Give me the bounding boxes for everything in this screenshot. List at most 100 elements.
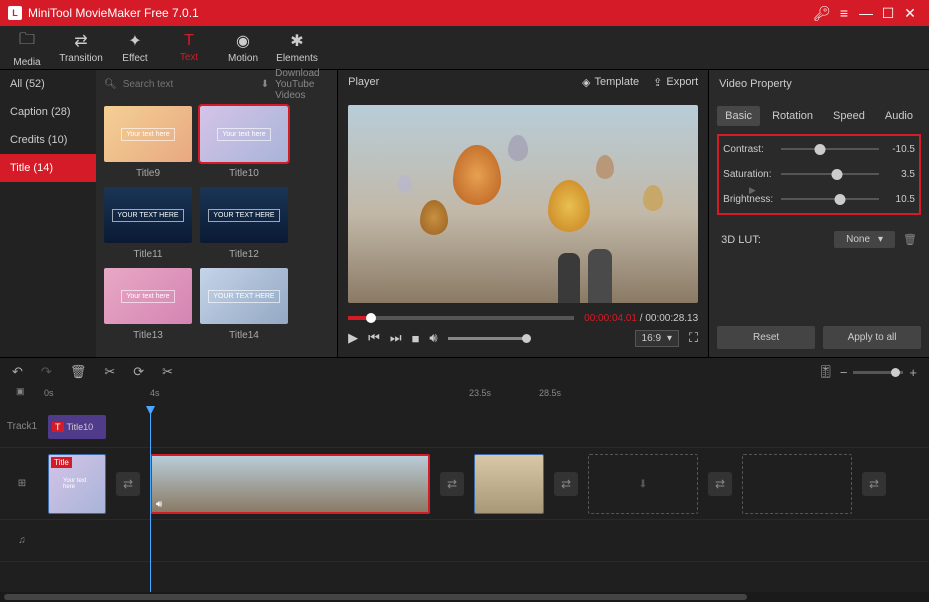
title-thumbnail[interactable]: Your text hereTitle13: [104, 268, 192, 341]
category-item[interactable]: All (52): [0, 70, 96, 98]
ruler-mark: 28.5s: [539, 388, 561, 398]
lut-label: 3D LUT:: [721, 234, 761, 246]
category-item[interactable]: Title (14): [0, 154, 96, 182]
zoom-slider[interactable]: [853, 371, 903, 374]
timeline-ruler[interactable]: ▣ 0s4s23.5s28.5s: [0, 386, 929, 406]
category-list: All (52)Caption (28)Credits (10)Title (1…: [0, 70, 96, 357]
brightness-value: 10.5: [885, 194, 915, 205]
transition-slot[interactable]: ⇄: [116, 472, 140, 496]
preview-image: [348, 105, 698, 303]
toolbar-effect[interactable]: ✦Effect: [108, 26, 162, 69]
reset-button[interactable]: Reset: [717, 326, 815, 349]
player-controls: 00:00:04.01 / 00:00:28.13 ▶ ⏮︎ ⏭︎ ■ 🔊︎ 1…: [338, 313, 708, 358]
category-item[interactable]: Caption (28): [0, 98, 96, 126]
download-youtube-link[interactable]: Download YouTube Videos: [275, 68, 329, 101]
text-icon: T: [184, 32, 194, 50]
ruler-mark: 4s: [150, 388, 160, 398]
title-thumbnail[interactable]: Your text hereTitle10: [200, 106, 288, 179]
panel-collapse-handle[interactable]: ▶: [749, 185, 756, 196]
redo-button[interactable]: ↷: [41, 364, 52, 380]
timeline-scrollbar[interactable]: [0, 592, 929, 602]
toolbar-text[interactable]: TText: [162, 26, 216, 69]
download-icon: ⬇: [261, 79, 269, 90]
transition-slot[interactable]: ⇄: [862, 472, 886, 496]
title-thumbnail[interactable]: Your text hereTitle9: [104, 106, 192, 179]
library-topbar: 🔍︎ ⬇ Download YouTube Videos: [96, 70, 337, 98]
title-clip[interactable]: T Title10: [48, 415, 106, 439]
key-icon[interactable]: 🔑︎: [811, 5, 833, 22]
tab-speed[interactable]: Speed: [825, 106, 873, 126]
zoom-in-button[interactable]: +: [909, 365, 917, 380]
stop-button[interactable]: ■: [412, 331, 420, 346]
contrast-label: Contrast:: [723, 144, 775, 155]
search-input[interactable]: [123, 79, 255, 90]
aspect-select[interactable]: 16:9▾: [635, 330, 680, 347]
toolbar-media[interactable]: 🗀Media: [0, 26, 54, 69]
split-button[interactable]: ✂︎: [104, 364, 115, 380]
toolbar-elements[interactable]: ✱Elements: [270, 26, 324, 69]
tab-rotation[interactable]: Rotation: [764, 106, 821, 126]
title-thumbnail[interactable]: YOUR TEXT HERETitle12: [200, 187, 288, 260]
tab-audio[interactable]: Audio: [877, 106, 921, 126]
delete-button[interactable]: 🗑︎: [70, 364, 87, 380]
chevron-down-icon: ▾: [667, 333, 672, 344]
audio-icon[interactable]: 🎚︎: [817, 364, 834, 380]
volume-icon[interactable]: 🔊︎: [429, 330, 437, 346]
lut-select[interactable]: None▾: [834, 231, 895, 248]
apply-all-button[interactable]: Apply to all: [823, 326, 921, 349]
toolbar-transition[interactable]: ⇄Transition: [54, 26, 108, 69]
audio-track: ♫: [0, 520, 929, 562]
minimize-button[interactable]: —: [855, 5, 877, 21]
export-icon: ⇪: [653, 76, 662, 89]
drop-zone[interactable]: [742, 454, 852, 514]
transition-slot[interactable]: ⇄: [708, 472, 732, 496]
next-frame-button[interactable]: ⏭︎: [390, 330, 402, 346]
toolbar-motion[interactable]: ◉Motion: [216, 26, 270, 69]
effect-icon: ✦: [128, 31, 141, 51]
title-media-clip[interactable]: Title Your text here: [48, 454, 106, 514]
time-display: 00:00:04.01 / 00:00:28.13: [584, 313, 698, 324]
volume-slider[interactable]: [448, 337, 528, 340]
saturation-slider[interactable]: [781, 173, 879, 176]
preview-area: [338, 95, 708, 313]
title-clip-label: Title10: [67, 422, 94, 432]
category-item[interactable]: Credits (10): [0, 126, 96, 154]
audio-track-icon: ♫: [0, 535, 44, 546]
delete-lut-button[interactable]: 🗑︎: [903, 233, 917, 246]
player-label: Player: [348, 76, 379, 88]
video-clip-2[interactable]: [474, 454, 544, 514]
fullscreen-button[interactable]: ⛶: [689, 330, 698, 346]
tab-basic[interactable]: Basic: [717, 106, 760, 126]
crop-button[interactable]: ✂: [162, 364, 173, 380]
undo-button[interactable]: ↶: [12, 364, 23, 380]
contrast-value: -10.5: [885, 144, 915, 155]
play-button[interactable]: ▶: [348, 330, 358, 346]
player-header: Player ◈Template ⇪Export: [338, 70, 708, 95]
contrast-slider[interactable]: [781, 148, 879, 151]
search-icon: 🔍︎: [104, 79, 117, 90]
prev-frame-button[interactable]: ⏮︎: [368, 330, 380, 346]
title-thumbnail[interactable]: YOUR TEXT HERETitle11: [104, 187, 192, 260]
property-tabs: BasicRotationSpeedAudio: [709, 98, 929, 134]
transition-slot[interactable]: ⇄: [440, 472, 464, 496]
zoom-out-button[interactable]: −: [840, 365, 848, 380]
property-title: Video Property: [719, 78, 792, 90]
transition-slot[interactable]: ⇄: [554, 472, 578, 496]
elements-icon: ✱: [290, 31, 303, 51]
timeline-tracks: Track1 T Title10 ⊞ Title Your text here …: [0, 406, 929, 592]
chevron-down-icon: ▾: [878, 234, 883, 245]
video-track-icon: ⊞: [0, 478, 44, 489]
brightness-slider[interactable]: [781, 198, 879, 201]
seek-bar[interactable]: [348, 316, 574, 320]
drop-zone[interactable]: ⬇: [588, 454, 698, 514]
maximize-button[interactable]: ☐: [877, 5, 899, 22]
video-clip-1[interactable]: 🔊︎: [150, 454, 430, 514]
template-button[interactable]: ◈Template: [582, 76, 639, 89]
title-thumbnail[interactable]: YOUR TEXT HERETitle14: [200, 268, 288, 341]
playhead[interactable]: [150, 406, 151, 592]
clip-icon[interactable]: ▣: [16, 386, 25, 397]
menu-icon[interactable]: ≡: [833, 5, 855, 21]
speed-button[interactable]: ⟳: [133, 364, 144, 380]
export-button[interactable]: ⇪Export: [653, 76, 698, 89]
close-button[interactable]: ✕: [899, 5, 921, 22]
